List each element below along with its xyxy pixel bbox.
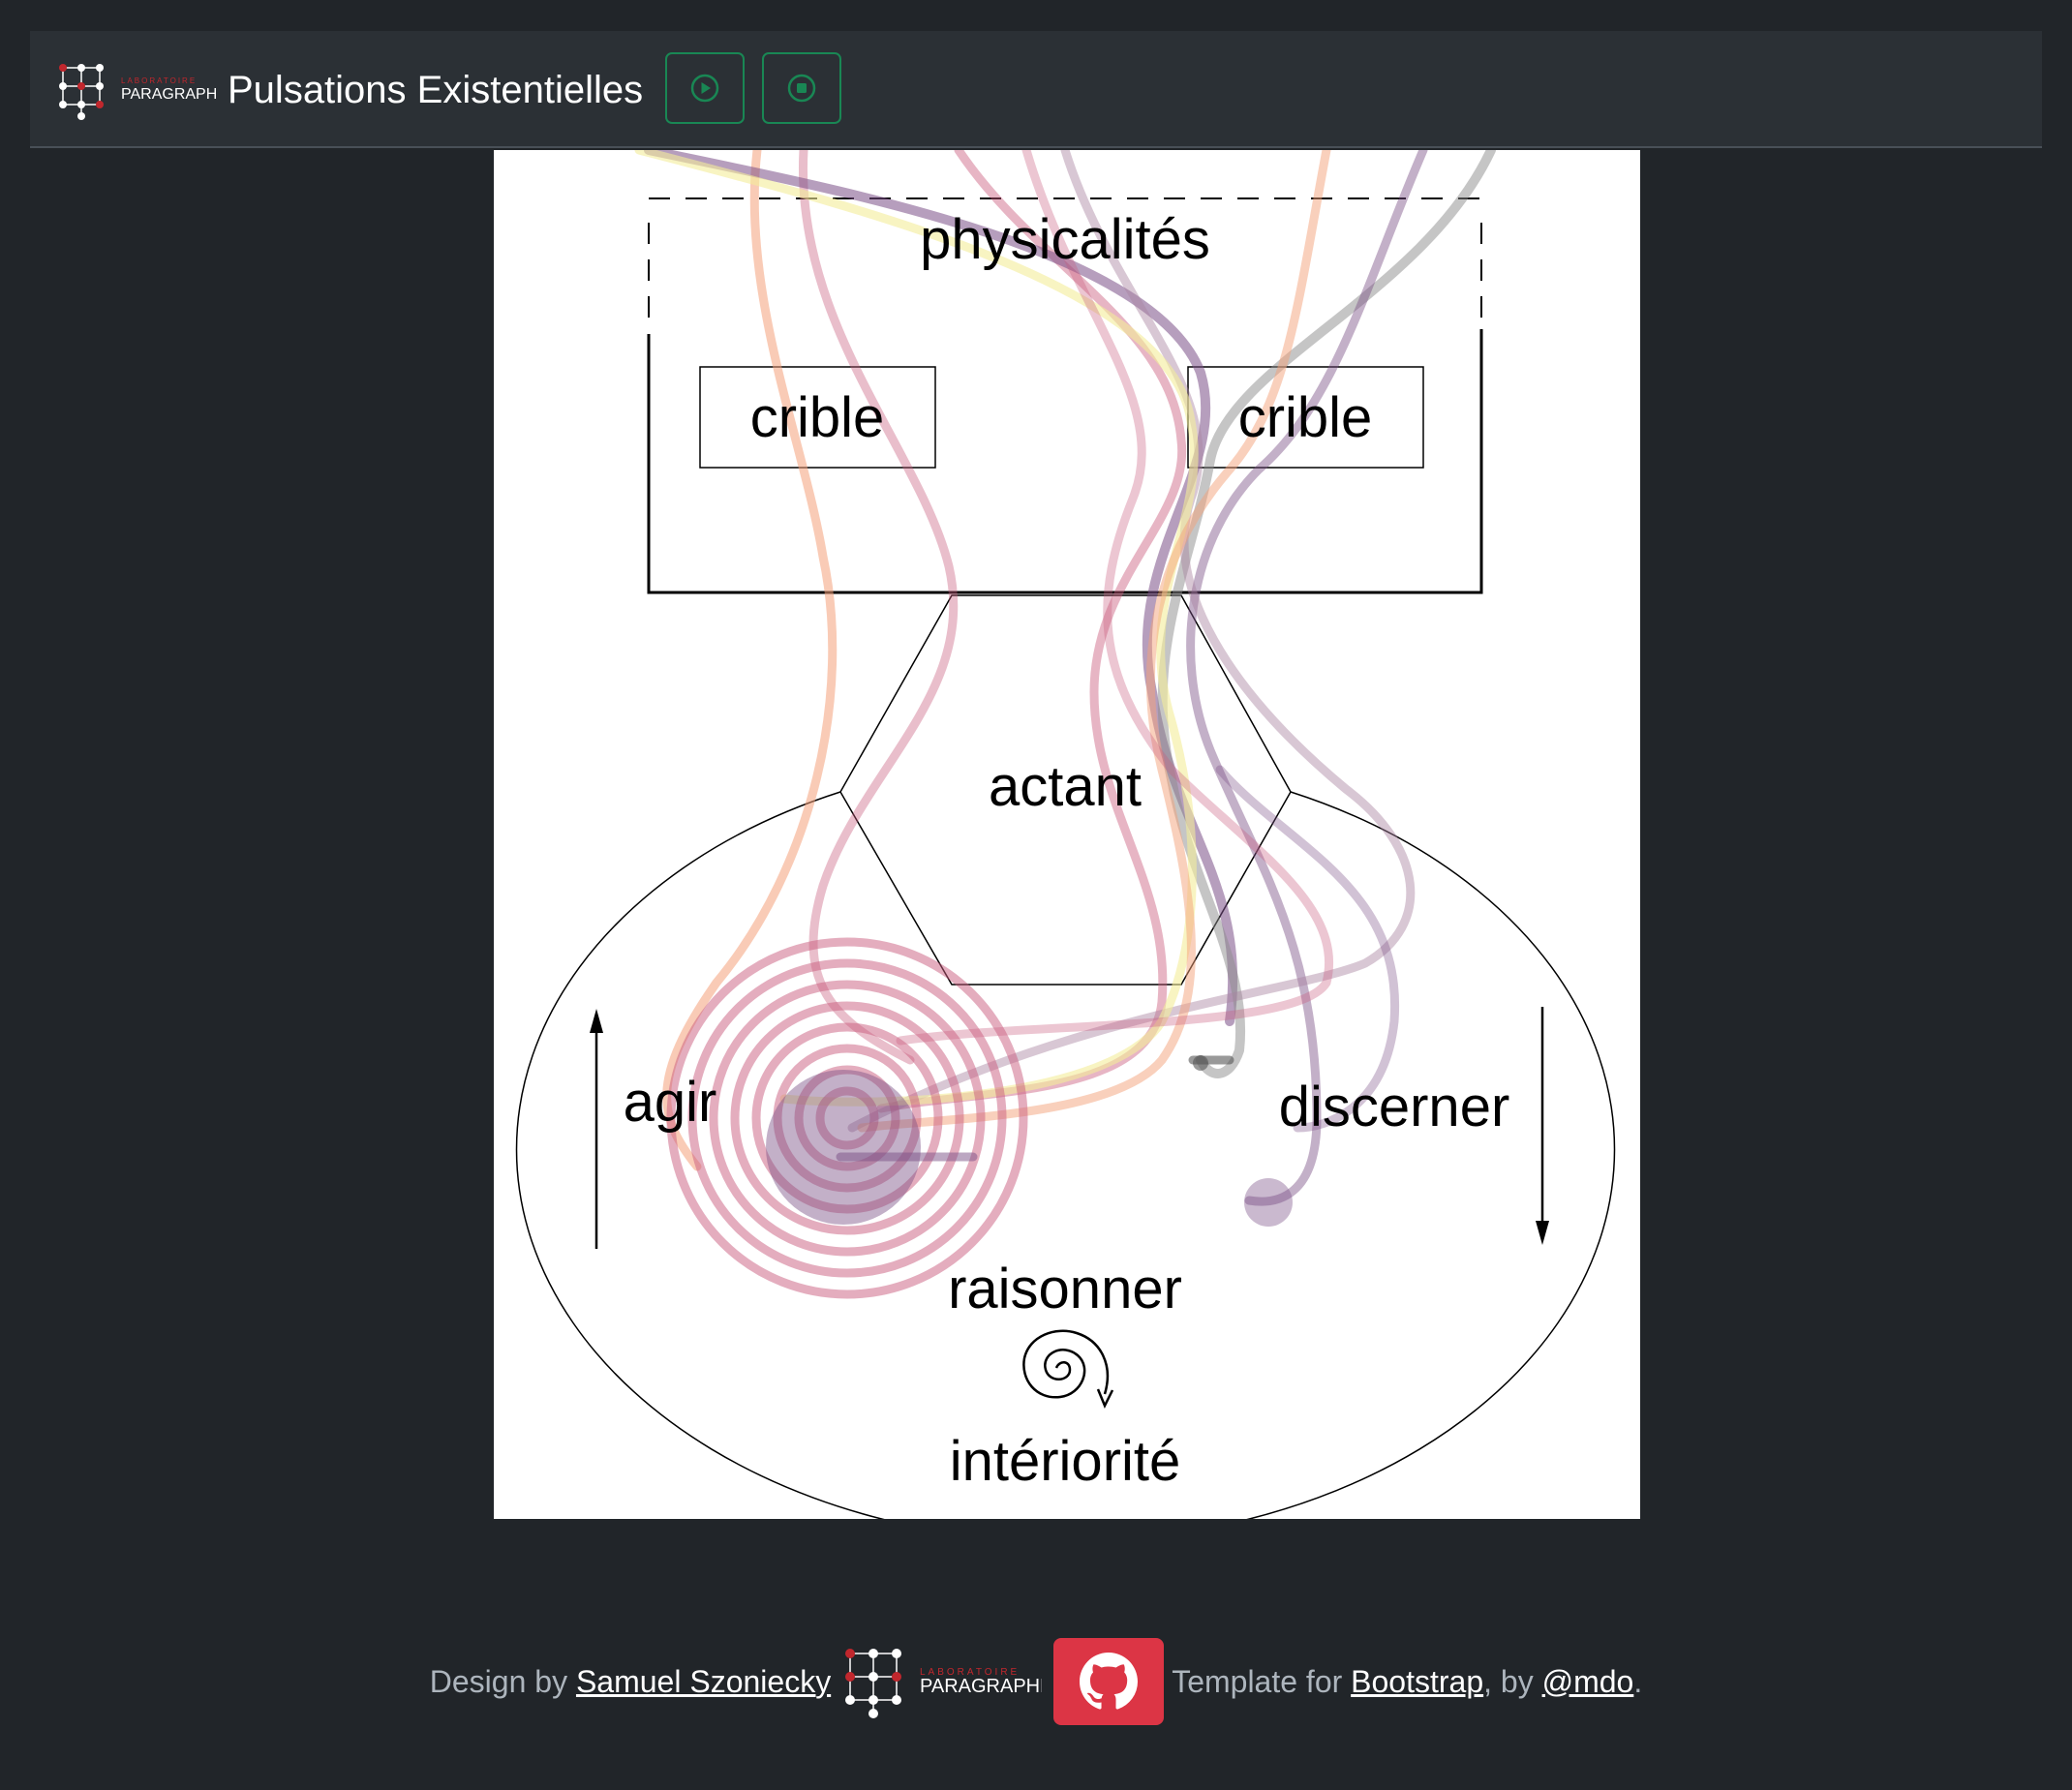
play-circle-icon bbox=[690, 74, 719, 103]
label-crible-right: crible bbox=[1238, 386, 1373, 449]
actor-node-large bbox=[766, 1070, 921, 1225]
label-agir: agir bbox=[624, 1071, 717, 1134]
interiorite-ellipse bbox=[515, 791, 1616, 1519]
raisonner-spiral-icon bbox=[1022, 1329, 1114, 1410]
author-link[interactable]: Samuel Szoniecky bbox=[576, 1664, 831, 1700]
label-crible-left: crible bbox=[750, 386, 885, 449]
footer-period: . bbox=[1633, 1663, 1643, 1699]
mdo-link[interactable]: @mdo bbox=[1542, 1664, 1634, 1700]
play-button[interactable] bbox=[665, 52, 745, 124]
footer-paragraphe-logo[interactable]: LABORATOIRE PARAGRAPHE bbox=[840, 1644, 1042, 1719]
brand[interactable]: LABORATOIRE PARAGRAPHE Pulsations Existe… bbox=[55, 60, 643, 120]
existential-diagram: physicalités crible crible actant agir d… bbox=[515, 150, 1616, 1519]
trail-pink-left bbox=[798, 150, 959, 1065]
label-physicalites: physicalités bbox=[920, 208, 1210, 271]
discerner-arrow bbox=[1536, 1007, 1549, 1245]
label-interiorite: intériorité bbox=[950, 1430, 1181, 1493]
logo-main-text: PARAGRAPHE bbox=[121, 86, 216, 103]
label-discerner: discerner bbox=[1279, 1076, 1510, 1138]
github-button[interactable] bbox=[1053, 1638, 1165, 1725]
bootstrap-link[interactable]: Bootstrap bbox=[1351, 1664, 1483, 1700]
footer-design-by: Design by bbox=[429, 1663, 568, 1699]
actor-node-dot bbox=[1193, 1055, 1208, 1071]
diagram-canvas: physicalités crible crible actant agir d… bbox=[494, 150, 1640, 1519]
stop-button[interactable] bbox=[762, 52, 841, 124]
footer-logo-main-text: PARAGRAPHE bbox=[920, 1676, 1042, 1697]
github-icon bbox=[1080, 1653, 1139, 1710]
stop-circle-icon bbox=[787, 74, 816, 103]
footer: Design by Samuel Szoniecky LABORATOIRE P… bbox=[0, 1638, 2072, 1725]
footer-by: , by bbox=[1483, 1663, 1534, 1699]
navbar: LABORATOIRE PARAGRAPHE Pulsations Existe… bbox=[30, 31, 2042, 148]
page-title: Pulsations Existentielles bbox=[228, 68, 644, 111]
paragraphe-logo: LABORATOIRE PARAGRAPHE bbox=[59, 64, 216, 120]
label-raisonner: raisonner bbox=[948, 1258, 1182, 1320]
footer-template-for: Template for bbox=[1172, 1663, 1343, 1699]
logo-top-text: LABORATOIRE bbox=[121, 76, 197, 85]
agir-arrow bbox=[590, 1009, 603, 1249]
actor-node-small bbox=[1244, 1178, 1293, 1227]
label-actant: actant bbox=[989, 755, 1142, 818]
